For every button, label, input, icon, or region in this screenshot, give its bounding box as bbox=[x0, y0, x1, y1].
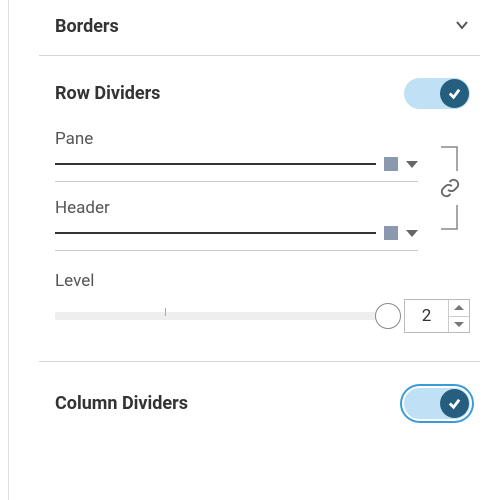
bracket-top-icon bbox=[439, 145, 461, 171]
header-label: Header bbox=[55, 198, 418, 218]
pane-line-control[interactable] bbox=[55, 157, 418, 182]
level-label: Level bbox=[55, 271, 470, 291]
column-dividers-toggle[interactable] bbox=[404, 388, 470, 419]
header-line-control[interactable] bbox=[55, 226, 418, 251]
level-slider[interactable] bbox=[55, 302, 388, 330]
header-line-preview bbox=[55, 232, 376, 234]
toggle-knob bbox=[440, 79, 469, 108]
pane-line-block: Pane bbox=[55, 129, 418, 182]
pane-color-swatch[interactable] bbox=[384, 157, 398, 171]
stepper-down-button[interactable] bbox=[449, 317, 469, 333]
borders-title: Borders bbox=[55, 16, 119, 37]
row-dividers-toggle[interactable] bbox=[404, 78, 470, 109]
row-dividers-title: Row Dividers bbox=[55, 83, 160, 104]
pane-line-preview bbox=[55, 163, 376, 165]
level-block: Level 2 bbox=[55, 271, 470, 333]
borders-section-header[interactable]: Borders bbox=[39, 0, 480, 56]
header-color-swatch[interactable] bbox=[384, 226, 398, 240]
format-panel: Borders Row Dividers Pane bbox=[8, 0, 500, 500]
row-dividers-group: Row Dividers Pane Header bbox=[39, 56, 480, 362]
caret-up-icon bbox=[454, 305, 464, 310]
level-value[interactable]: 2 bbox=[405, 300, 449, 332]
column-dividers-group: Column Dividers bbox=[39, 362, 480, 419]
caret-down-icon[interactable] bbox=[406, 161, 418, 168]
bracket-bottom-icon bbox=[439, 205, 461, 231]
link-bracket bbox=[430, 129, 470, 231]
caret-down-icon bbox=[454, 322, 464, 327]
header-line-block: Header bbox=[55, 198, 418, 251]
toggle-knob bbox=[440, 389, 469, 418]
link-icon[interactable] bbox=[439, 177, 461, 199]
level-stepper[interactable]: 2 bbox=[404, 299, 470, 333]
pane-label: Pane bbox=[55, 129, 418, 149]
chevron-down-icon bbox=[454, 17, 470, 37]
column-dividers-title: Column Dividers bbox=[55, 393, 188, 414]
stepper-up-button[interactable] bbox=[449, 300, 469, 317]
caret-down-icon[interactable] bbox=[406, 230, 418, 237]
slider-thumb[interactable] bbox=[375, 303, 401, 329]
